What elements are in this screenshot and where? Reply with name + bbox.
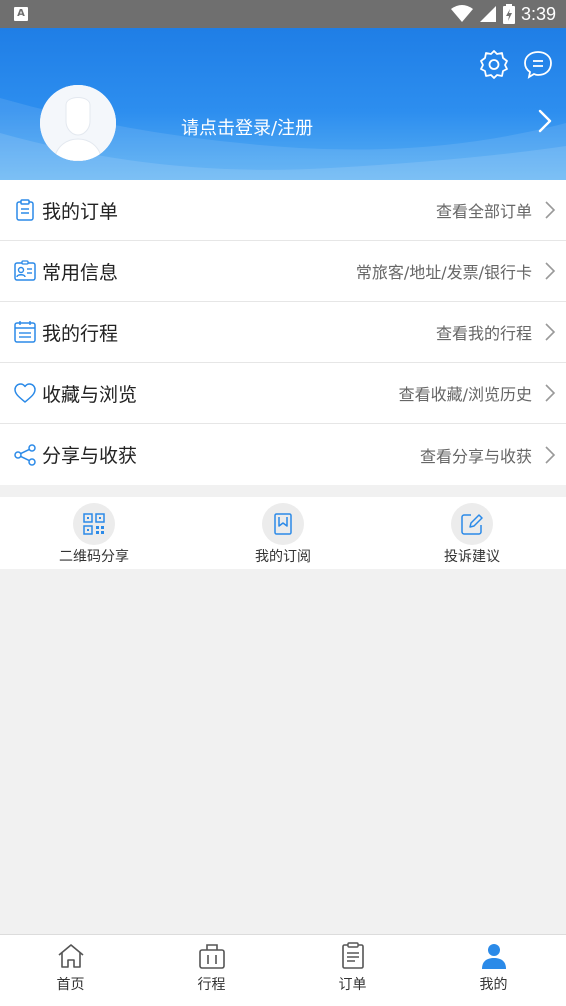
tool-label: 我的订阅: [255, 549, 311, 565]
heart-icon: [14, 383, 36, 403]
person-icon: [481, 944, 506, 969]
contact-card-icon: [14, 260, 36, 281]
order-icon: [341, 942, 364, 969]
app-notification-icon: A: [14, 7, 28, 21]
menu-row-orders[interactable]: 我的订单 查看全部订单: [0, 180, 566, 241]
settings-gear-icon[interactable]: [478, 48, 510, 80]
default-avatar-icon: [40, 85, 116, 161]
signal-icon: [479, 6, 496, 22]
menu-hint: 查看分享与收获: [419, 446, 532, 466]
menu-row-favorites[interactable]: 收藏与浏览 查看收藏/浏览历史: [0, 363, 566, 424]
status-bar: A 3:39: [0, 0, 566, 28]
tool-complaint-suggestion[interactable]: 投诉建议: [402, 497, 542, 569]
tool-my-subscriptions[interactable]: 我的订阅: [213, 497, 353, 569]
calendar-list-icon: [14, 321, 36, 343]
chevron-right-icon: [545, 323, 556, 341]
share-icon: [14, 443, 36, 466]
profile-header: 请点击登录/注册: [0, 28, 566, 180]
menu-label: 我的行程: [42, 322, 119, 345]
menu-label: 常用信息: [42, 261, 119, 284]
nav-tab-itinerary[interactable]: 行程: [141, 935, 282, 1006]
quick-tools: 二维码分享 我的订阅 投诉建议: [0, 497, 566, 569]
home-icon: [57, 944, 84, 968]
menu-row-share[interactable]: 分享与收获 查看分享与收获: [0, 424, 566, 485]
bottom-nav: 首页 行程 订单 我的: [0, 934, 566, 1006]
bookmark-icon: [274, 513, 292, 535]
chevron-right-icon: [545, 384, 556, 402]
menu-row-itinerary[interactable]: 我的行程 查看我的行程: [0, 302, 566, 363]
nav-tab-home[interactable]: 首页: [0, 935, 141, 1006]
menu-hint: 查看我的行程: [435, 324, 532, 343]
menu-hint: 查看全部订单: [435, 202, 532, 221]
menu-hint: 查看收藏/浏览历史: [398, 385, 532, 404]
tool-icon-circle: [262, 503, 304, 545]
menu-label: 我的订单: [42, 200, 119, 223]
profile-menu-list: 我的订单 查看全部订单 常用信息 常旅客/地址/发票/银行卡 我的行程 查看我的…: [0, 180, 566, 485]
tool-label: 投诉建议: [444, 549, 500, 565]
clock: 3:39: [520, 3, 556, 24]
tool-label: 二维码分享: [59, 549, 129, 565]
menu-hint: 常旅客/地址/发票/银行卡: [355, 263, 532, 282]
nav-label: 行程: [197, 977, 226, 993]
nav-label: 首页: [56, 977, 85, 993]
message-icon[interactable]: [522, 48, 554, 80]
menu-label: 分享与收获: [42, 445, 138, 467]
nav-label: 我的: [479, 977, 508, 993]
battery-icon: [502, 4, 515, 24]
qr-code-icon: [83, 513, 105, 535]
nav-label: 订单: [338, 977, 367, 993]
chevron-right-icon: [545, 445, 556, 464]
chevron-right-icon: [545, 201, 556, 219]
wifi-icon: [450, 5, 473, 22]
tool-qr-share[interactable]: 二维码分享: [24, 497, 164, 569]
tool-icon-circle: [451, 503, 493, 545]
menu-label: 收藏与浏览: [42, 383, 138, 406]
menu-row-common-info[interactable]: 常用信息 常旅客/地址/发票/银行卡: [0, 241, 566, 302]
luggage-icon: [198, 944, 225, 969]
clipboard-icon: [16, 199, 34, 221]
login-register-link[interactable]: 请点击登录/注册: [181, 114, 313, 140]
chevron-right-icon[interactable]: [534, 108, 554, 134]
tool-icon-circle: [73, 503, 115, 545]
chevron-right-icon: [545, 262, 556, 280]
status-indicators: 3:39: [450, 3, 556, 25]
edit-icon: [461, 514, 483, 535]
avatar[interactable]: [40, 85, 116, 161]
nav-tab-mine[interactable]: 我的: [423, 935, 564, 1006]
nav-tab-orders[interactable]: 订单: [282, 935, 423, 1006]
